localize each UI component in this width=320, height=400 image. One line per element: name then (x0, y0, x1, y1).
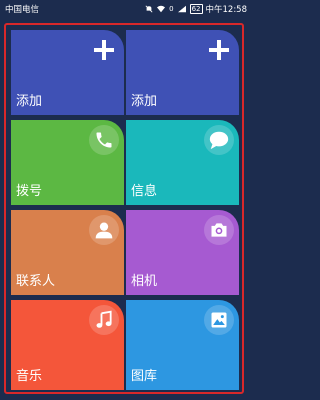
battery-icon: 62 (189, 4, 203, 14)
tile-music[interactable]: 音乐 (11, 300, 124, 390)
tile-label: 音乐 (16, 369, 43, 384)
tile-label: 添加 (16, 94, 43, 109)
tile-add-2[interactable]: 添加 (126, 30, 239, 115)
carrier-name: 中国电信 (5, 5, 40, 15)
tile-messages[interactable]: 信息 (126, 120, 239, 205)
music-note-icon (89, 305, 119, 335)
clock: 中午12:58 (205, 5, 248, 15)
contact-icon (89, 215, 119, 245)
wifi-icon (156, 5, 166, 13)
camera-icon (204, 215, 234, 245)
tile-grid-frame: 添加 添加 拨号 信息 联系人 相机 音乐 图库 (4, 23, 244, 394)
tile-label: 添加 (131, 94, 158, 109)
status-bar: 中国电信 0 62 中午12:58 (0, 0, 252, 18)
tile-label: 相机 (131, 274, 158, 289)
battery-level: 62 (191, 5, 201, 13)
message-icon (204, 125, 234, 155)
tile-label: 拨号 (16, 184, 43, 199)
tile-camera[interactable]: 相机 (126, 210, 239, 295)
tile-label: 图库 (131, 369, 158, 384)
notification-mute-icon (145, 5, 153, 13)
tile-dialer[interactable]: 拨号 (11, 120, 124, 205)
plus-icon (204, 35, 234, 65)
tile-label: 信息 (131, 184, 158, 199)
phone-icon (89, 125, 119, 155)
status-icons: 0 62 中午12:58 (145, 3, 247, 15)
gallery-icon (204, 305, 234, 335)
plus-icon (89, 35, 119, 65)
network-speed: 0 (169, 5, 174, 13)
tile-label: 联系人 (16, 274, 56, 289)
signal-icon (177, 5, 187, 13)
tile-gallery[interactable]: 图库 (126, 300, 239, 390)
tile-add-1[interactable]: 添加 (11, 30, 124, 115)
tile-contacts[interactable]: 联系人 (11, 210, 124, 295)
